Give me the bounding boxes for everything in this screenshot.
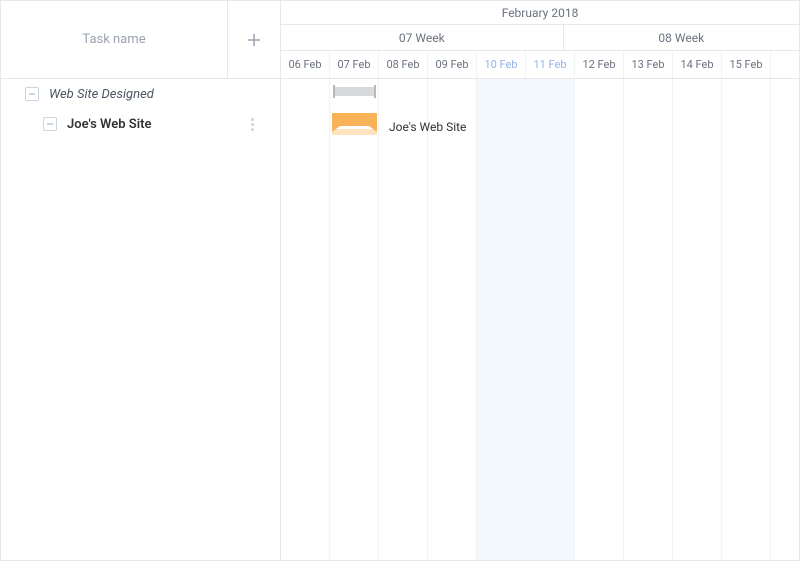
task-bar-main xyxy=(332,113,377,126)
grid-column xyxy=(575,79,624,560)
task-label: Joe's Web Site xyxy=(67,117,244,132)
day-cell: 11 Feb xyxy=(526,51,575,78)
grid-column xyxy=(624,79,673,560)
plus-icon[interactable] xyxy=(246,32,262,48)
day-cell: 12 Feb xyxy=(575,51,624,78)
week-row: 07 Week08 Week xyxy=(281,25,799,51)
task-list-header: Task name xyxy=(1,1,280,79)
day-cell: 14 Feb xyxy=(673,51,722,78)
task-row-parent[interactable]: Web Site Designed xyxy=(1,79,280,109)
task-rows: Web Site Designed Joe's Web Site xyxy=(1,79,280,560)
task-name-label: Task name xyxy=(82,32,145,47)
timeline-header: February 2018 07 Week08 Week 06 Feb07 Fe… xyxy=(281,1,799,79)
task-row-child[interactable]: Joe's Web Site xyxy=(1,109,280,139)
grid-column xyxy=(673,79,722,560)
task-bar-label: Joe's Web Site xyxy=(389,120,466,134)
timeline-panel: February 2018 07 Week08 Week 06 Feb07 Fe… xyxy=(281,1,799,560)
week-cell: 08 Week xyxy=(564,25,799,50)
add-column-cell xyxy=(228,1,280,78)
day-cell: 13 Feb xyxy=(624,51,673,78)
bar-row-task: Joe's Web Site xyxy=(281,109,799,139)
day-row: 06 Feb07 Feb08 Feb09 Feb10 Feb11 Feb12 F… xyxy=(281,51,799,79)
grid-column xyxy=(526,79,575,560)
task-list-panel: Task name Web Site Designed Joe's Web Si… xyxy=(1,1,281,560)
month-row: February 2018 xyxy=(281,1,799,25)
day-cell: 06 Feb xyxy=(281,51,330,78)
bar-row-summary xyxy=(281,79,799,109)
timeline-body[interactable]: Joe's Web Site xyxy=(281,79,799,560)
day-cell: 10 Feb xyxy=(477,51,526,78)
grid-column xyxy=(722,79,771,560)
grid-column xyxy=(281,79,330,560)
gantt-bars: Joe's Web Site xyxy=(281,79,799,139)
grid-column xyxy=(379,79,428,560)
task-bar[interactable]: Joe's Web Site xyxy=(332,113,377,135)
task-name-column-header: Task name xyxy=(1,1,228,78)
grid-column xyxy=(330,79,379,560)
summary-bar[interactable] xyxy=(333,87,376,96)
grid-column xyxy=(428,79,477,560)
day-cell xyxy=(771,51,799,78)
day-cell: 07 Feb xyxy=(330,51,379,78)
grid-columns xyxy=(281,79,799,560)
kebab-icon[interactable] xyxy=(244,118,260,131)
week-cell: 07 Week xyxy=(281,25,564,50)
day-cell: 08 Feb xyxy=(379,51,428,78)
grid-column xyxy=(477,79,526,560)
collapse-icon[interactable] xyxy=(25,87,39,101)
day-cell: 15 Feb xyxy=(722,51,771,78)
month-label: February 2018 xyxy=(502,6,579,20)
task-label: Web Site Designed xyxy=(49,87,260,102)
grid-column xyxy=(771,79,799,560)
collapse-icon[interactable] xyxy=(43,117,57,131)
day-cell: 09 Feb xyxy=(428,51,477,78)
gantt-app: Task name Web Site Designed Joe's Web Si… xyxy=(0,0,800,561)
